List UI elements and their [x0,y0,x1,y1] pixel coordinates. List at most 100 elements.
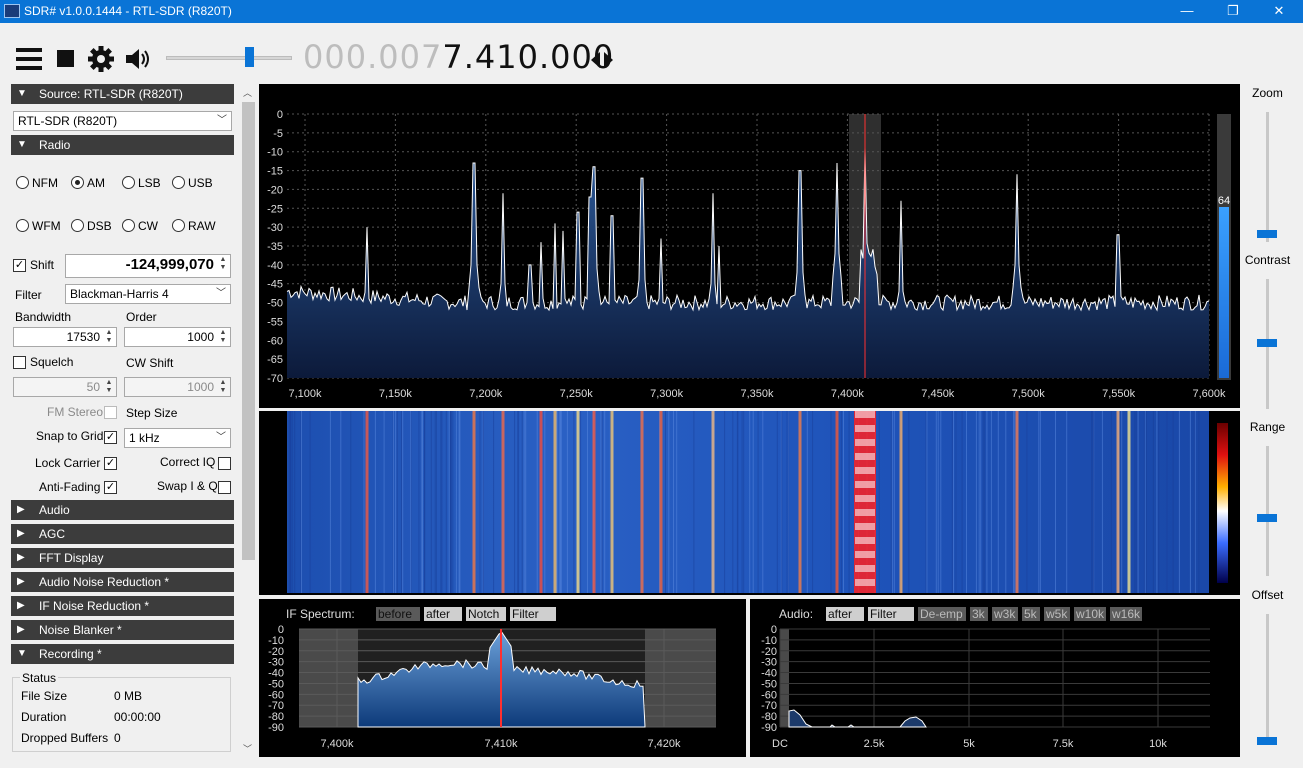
spinner-icon[interactable]: ▲ ▼ [217,256,229,272]
close-button[interactable]: ✕ [1256,0,1302,23]
y-tick-label: -50 [267,298,283,310]
waterfall-palette-bar [1217,423,1228,583]
minimize-button[interactable]: — [1164,0,1210,23]
spectrum-analyzer[interactable]: 0 -5 -10 -15 -20 -25 -30 -35 -40 -45 -50 -55 -60 -65 -… [259,84,1240,408]
spectrum-x-ticks: 7,100k 7,150k 7,200k 7,250k 7,300k 7,350k 7,40… [288,388,1226,400]
noise-stripe [383,411,385,593]
volume-slider-thumb[interactable] [245,47,254,67]
lockcarrier-checkbox[interactable]: ✓ [104,457,117,470]
contrast-slider-thumb[interactable] [1257,339,1277,347]
audio-dc-band [780,629,789,727]
mode-radio-lsb[interactable]: LSB [122,176,161,190]
stepsize-select[interactable]: 1 kHz ﹀ [124,428,231,448]
antifading-checkbox[interactable]: ✓ [104,481,117,494]
spinner-icon[interactable]: ▲ ▼ [217,379,229,395]
section-header-recording[interactable]: ▼ Recording * [11,644,234,664]
stop-icon[interactable] [52,45,80,73]
radio-label: AM [87,176,105,190]
speaker-icon[interactable] [123,45,151,73]
waterfall-display[interactable] [259,411,1240,595]
fmstereo-checkbox[interactable] [104,406,117,419]
shift-checkbox[interactable]: ✓ [13,259,26,272]
section-header-audio-noise-reduction[interactable]: ▶ Audio Noise Reduction * [11,572,234,592]
display-settings-panel: Zoom Contrast Range Offset [1240,84,1303,768]
scroll-up-icon[interactable]: ︿ [243,86,252,99]
order-input[interactable]: 1000 ▲ ▼ [124,327,231,347]
noise-stripe [1091,411,1093,593]
if-spectrum-panel[interactable]: IF Spectrum: before after Notch Filter 0 -10… [259,599,746,757]
noise-stripe [741,411,743,593]
radio-label: WFM [32,219,61,233]
section-header-source[interactable]: ▼ Source: RTL-SDR (R820T) [11,84,234,104]
correctiq-checkbox[interactable] [218,457,231,470]
gear-icon[interactable] [87,45,115,73]
section-header-audio[interactable]: ▶ Audio [11,500,234,520]
noise-stripe [953,411,954,593]
audio-x-ticks: DC 2.5k 5k 7.5k 10k [772,738,1167,750]
noise-stripe [452,411,454,593]
range-slider-track[interactable] [1266,446,1269,576]
swapiq-checkbox[interactable] [218,481,231,494]
signal-blob [855,579,875,586]
radio-label: NFM [32,176,58,190]
y-tick-label: -60 [267,335,283,347]
spinner-icon[interactable]: ▲ ▼ [103,329,115,345]
scrollbar-thumb[interactable] [242,102,255,560]
squelch-input[interactable]: 50 ▲ ▼ [13,377,117,397]
section-header-radio[interactable]: ▼ Radio [11,135,234,155]
maximize-button[interactable]: ❐ [1210,0,1256,23]
mode-radio-wfm[interactable]: WFM [16,219,61,233]
mode-radio-raw[interactable]: RAW [172,219,216,233]
mode-radio-cw[interactable]: CW [122,219,158,233]
tuning-arrows-icon[interactable] [589,50,615,70]
section-header-if-noise-reduction[interactable]: ▶ IF Noise Reduction * [11,596,234,616]
cwshift-label: CW Shift [126,356,174,370]
control-panel-scrollbar[interactable]: ︿ ﹀ [240,84,257,758]
noise-stripe [736,411,738,593]
section-header-agc[interactable]: ▶ AGC [11,524,234,544]
noise-stripe [514,411,516,593]
mode-radio-nfm[interactable]: NFM [16,176,58,190]
filter-select[interactable]: Blackman-Harris 4 ﹀ [65,284,231,304]
frequency-display[interactable]: 000.0077.410.000 [303,38,614,76]
noise-stripe [1039,411,1041,593]
title-bar: SDR# v1.0.0.1444 - RTL-SDR (R820T) — ❐ ✕ [0,0,1303,23]
noise-stripe [434,411,436,593]
signal-blob [855,439,875,446]
spinner-icon[interactable]: ▲ ▼ [103,379,115,395]
section-header-noise-blanker[interactable]: ▶ Noise Blanker * [11,620,234,640]
radio-dot [71,219,84,232]
mode-radio-dsb[interactable]: DSB [71,219,112,233]
audio-tag-label: w5k [1045,607,1068,621]
device-select[interactable]: RTL-SDR (R820T) ﹀ [13,111,232,131]
radio-dot [172,176,185,189]
zoom-slider-thumb[interactable] [1257,230,1277,238]
shift-input[interactable]: -124,999,070 ▲ ▼ [65,254,231,278]
bandwidth-input[interactable]: 17530 ▲ ▼ [13,327,117,347]
mode-radio-usb[interactable]: USB [172,176,213,190]
zoom-slider-track[interactable] [1266,112,1269,242]
noise-stripe [806,411,808,593]
x-tick-label: 7,100k [288,388,322,400]
noise-stripe [673,411,674,593]
scroll-down-icon[interactable]: ﹀ [243,742,252,755]
x-tick-label: 7,410k [484,738,518,750]
range-slider-thumb[interactable] [1257,514,1277,522]
menu-icon[interactable] [15,45,43,73]
signal-blob [855,495,875,502]
offset-slider-thumb[interactable] [1257,737,1277,745]
volume-slider-track[interactable] [166,56,292,60]
audio-tag-label: De-emp [920,607,963,621]
signal-stripe [1116,411,1120,593]
signal-stripe [899,411,903,593]
section-header-fft-display[interactable]: ▶ FFT Display [11,548,234,568]
signal-stripe [1127,411,1131,593]
mode-radio-am[interactable]: AM [71,176,105,190]
radio-label: USB [188,176,213,190]
spinner-icon[interactable]: ▲ ▼ [217,329,229,345]
offset-slider-track[interactable] [1266,614,1269,744]
cwshift-input[interactable]: 1000 ▲ ▼ [124,377,231,397]
squelch-checkbox[interactable] [13,356,26,369]
snap-checkbox[interactable]: ✓ [104,431,117,444]
audio-spectrum-panel[interactable]: Audio: after Filter De-emp 3k w3k 5k w5k w10k w1… [750,599,1240,757]
